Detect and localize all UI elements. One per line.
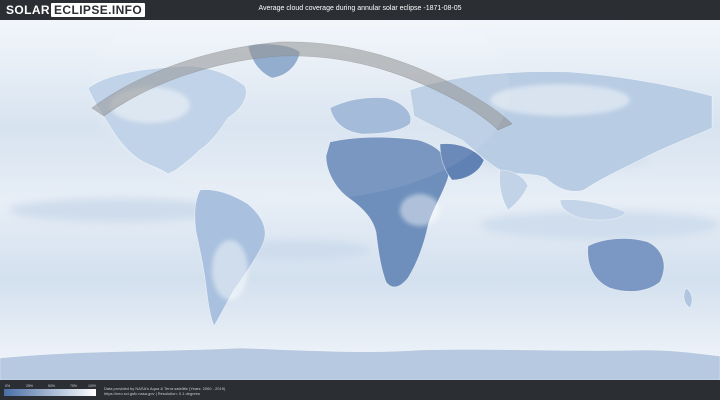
cloud-coverage-map xyxy=(0,20,720,380)
legend-tick-50: 50% xyxy=(48,384,55,388)
credit-line-url: https://neo.sci.gsfc.nasa.gov | Resoluti… xyxy=(104,391,200,396)
map-title: Average cloud coverage during annular so… xyxy=(258,5,462,12)
antarctica xyxy=(0,347,720,380)
legend-tick-25: 25% xyxy=(26,384,33,388)
legend-tick-75: 75% xyxy=(70,384,77,388)
legend-gradient-bar xyxy=(4,389,96,396)
cloud-scale-legend: 0% 25% 50% 75% 100% xyxy=(4,384,96,396)
legend-tick-100: 100% xyxy=(88,384,96,388)
eclipse-map-page: SOLAR ECLIPSE.INFO Average cloud coverag… xyxy=(0,0,720,400)
data-credit: Data provided by NASA's Aqua & Terra sat… xyxy=(104,386,225,396)
header-bar: SOLAR ECLIPSE.INFO Average cloud coverag… xyxy=(0,0,720,20)
legend-tick-0: 0% xyxy=(5,384,10,388)
